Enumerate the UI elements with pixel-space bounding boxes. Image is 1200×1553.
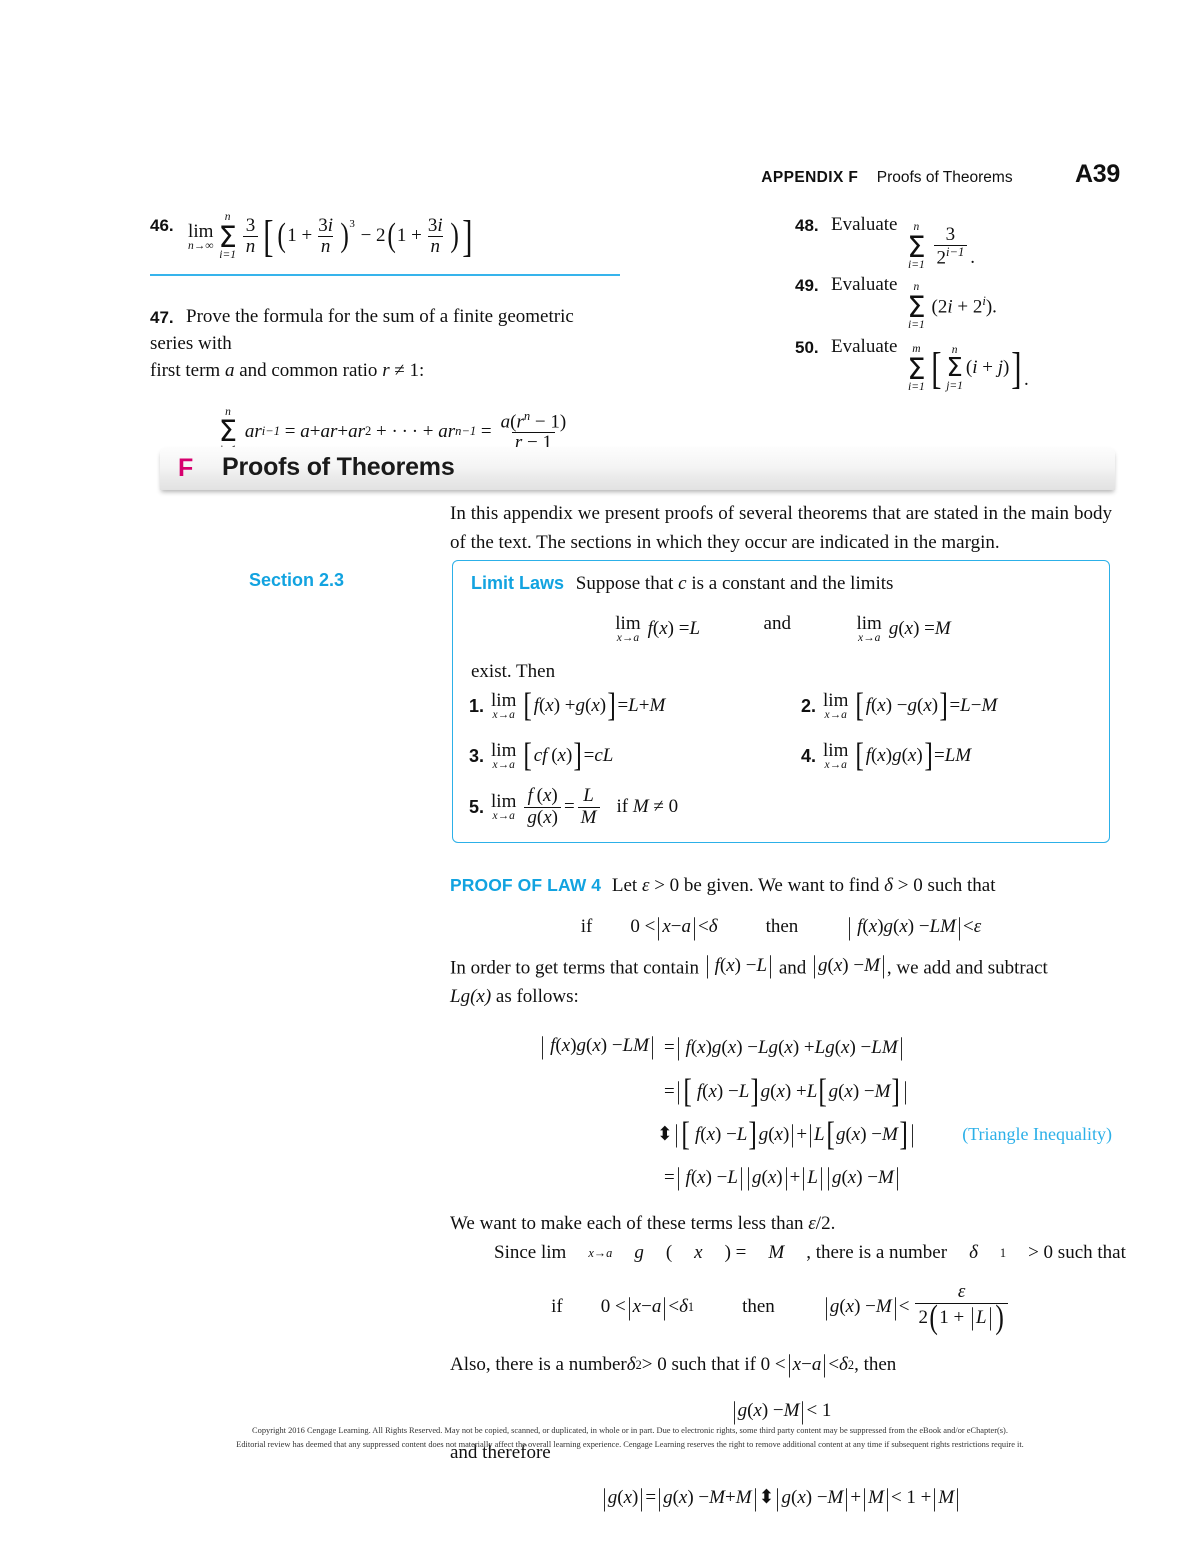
proof-paragraph-5: Also, there is a number δ2 > 0 such that… [450,1351,897,1379]
exercise-47-text: Prove the formula for the sum of a finit… [150,306,574,381]
limit-law-4-number: 4. [801,745,817,766]
proof-p2-mid: and [778,957,807,979]
limit-law-5-number: 5. [469,796,485,817]
limit-laws-box: Limit Laws Suppose that c is a constant … [452,560,1110,843]
exercise-47-line2-rel: ≠ 1: [394,359,425,381]
proof-p2-lg: Lg(x) [450,986,492,1008]
textbook-page: APPENDIX F Proofs of Theorems A39 46. li… [0,0,1200,1553]
limit-laws-heading: Limit Laws Suppose that c is a constant … [471,573,893,595]
derivation-lhs: | f(x) g(x) − LM | [541,1032,655,1060]
exercise-49-body: Evaluate n Σi=1 (2i + 2i). [831,274,997,332]
exercise-50: 50. Evaluate m Σi=1 [ n Σj=1 (i + j) ]. [795,334,1125,394]
limit-law-4: 4. lim x→a [f(x) g(x)] = LM [801,736,972,774]
limit-laws-exist-text: exist. Then [471,661,556,682]
triangle-inequality-note: (Triangle Inequality) [962,1124,1112,1145]
exercise-48-body: Evaluate n Σi=1 3 2i−1 . [831,214,976,272]
exercise-47: 47. Prove the formula for the sum of a f… [150,304,620,385]
limit-law-2: 2. lim x→a [f(x) − g(x)] = L − M [801,686,998,724]
proof-opening-line: PROOF OF LAW 4 Let ε > 0 be given. We wa… [450,872,1112,901]
derivation-row: | f(x) g(x) − LM | = | f(x) g(x) − Lg(x) + … [450,1032,1112,1064]
exercise-48-number: 48. [795,216,819,235]
limit-law-3-number: 3. [469,745,485,766]
exercise-column-right: 48. Evaluate n Σi=1 3 2i−1 . 49. Evaluat… [795,212,1125,394]
exercise-47-line2-pre: first term [150,359,221,381]
exercise-48-verb: Evaluate [831,214,898,235]
proof-display-2: if 0 < | x − a | < δ1 then | g(x) − M | < ε 2… [450,1282,1112,1334]
lim-operator: lim n→∞ [188,220,214,252]
hypothesis-f: lim x→a f(x) = L [615,613,701,644]
running-head-title: Proofs of Theorems [876,169,1013,186]
proof-p2-post: , we add and subtract [886,957,1048,979]
limit-laws-var-c: c [678,573,687,594]
exercise-49-verb: Evaluate [831,274,898,295]
proof-opening-text: Let ε > 0 be given. We want to find δ > … [611,875,996,896]
intro-paragraph: In this appendix we present proofs of se… [450,503,1112,553]
page-folio: A39 [1075,160,1120,188]
copyright-footer: Copyright 2016 Cengage Learning. All Rig… [150,1424,1110,1452]
exercise-47-line1: Prove the formula for the sum of a finit… [150,306,574,354]
limit-law-1-number: 1. [469,695,485,716]
exercise-46-number: 46. [150,216,174,235]
limit-laws-statement-post: is a constant and the limits [691,573,894,594]
hypothesis-conjunction: and [763,613,791,634]
limit-law-2-number: 2. [801,695,817,716]
limit-law-5: 5. lim x→a f (x) g(x) = LM if M ≠ 0 [469,785,679,828]
exercise-area: 46. lim n→∞ n Σi=1 3n [(1 + 3i n) 3 −… [150,211,1120,456]
limit-laws-label: Limit Laws [471,573,565,593]
derivation-row: = |[ f(x) − L] g(x) + L[g(x) − M] | [450,1072,1112,1110]
limit-law-1: 1. lim x→a [f(x) + g(x)] = L + M [469,686,666,724]
derivation-rhs: ⬍ |[ f(x) − L] g(x) | + | L[g(x) − M] | [656,1115,915,1153]
exercise-49: 49. Evaluate n Σi=1 (2i + 2i). [795,272,1125,334]
hypothesis-g: lim x→a g(x) = M [856,613,951,644]
proof-p2-end: as follows: [495,986,579,1008]
exercise-50-verb: Evaluate [831,336,898,357]
appendix-letter: F [178,454,194,482]
appendix-title: Proofs of Theorems [222,453,455,481]
proof-p2-expr-b: | g(x) − M | [812,952,886,980]
proof-p2-expr-a: | f(x) − L | [705,952,773,980]
proof-paragraph-4: Since lim x→a g(x) = M, there is a number… [494,1242,1126,1264]
running-head-appendix: APPENDIX F [761,169,859,186]
exercise-divider-rule [150,274,620,276]
derivation-row: ⬍ |[ f(x) − L] g(x) | + | L[g(x) − M] | (Tri… [450,1115,1112,1153]
proof-p2-pre: In order to get terms that contain [450,957,700,979]
limit-law-3: 3. lim x→a [cf (x)] = cL [469,736,614,774]
running-head: APPENDIX F Proofs of Theorems A39 [150,160,1120,189]
margin-note-section: Section 2.3 [249,570,345,590]
exercise-47-line2-mid: and common ratio [239,359,378,381]
exercise-48: 48. Evaluate n Σi=1 3 2i−1 . [795,212,1125,272]
exercise-50-number: 50. [795,338,819,357]
proof-paragraph-3: We want to make each of these terms less… [450,1213,836,1235]
proof-display-4: | g(x) | = | g(x) − M + M | ⬍ | g(x) − M | + |… [602,1484,960,1512]
proof-derivation-chain: | f(x) g(x) − LM | = | f(x) g(x) − Lg(x) + … [450,1032,1112,1192]
copyright-line-1: Copyright 2016 Cengage Learning. All Rig… [252,1426,1008,1435]
exercise-47-var-r: r [382,359,390,381]
proof-paragraph-2: In order to get terms that contain | f(x… [450,952,1112,1012]
limit-laws-hypotheses: lim x→a f(x) = L and lim x→a g(x) = M [453,613,1111,644]
derivation-rhs: = | f(x) g(x) − Lg(x) + Lg(x) − LM | [664,1034,903,1062]
exercise-column-left: 46. lim n→∞ n Σi=1 3n [(1 + 3i n) 3 −… [150,211,620,457]
proof-display-1: if 0 < | x − a | < δ then | f(x) g(x) − LM | … [580,913,982,941]
copyright-line-2: Editorial review has deemed that any sup… [236,1439,1024,1449]
exercise-46: 46. lim n→∞ n Σi=1 3n [(1 + 3i n) 3 −… [150,211,620,266]
exercise-47-number: 47. [150,308,174,327]
derivation-rhs: = |[ f(x) − L] g(x) + L[g(x) − M] | [664,1072,908,1110]
derivation-rhs: = | f(x) − L | | g(x) | + | L | | g(x) − M | [664,1164,900,1192]
exercise-47-var-a: a [224,359,235,381]
sigma-operator: n Σi=1 [218,211,237,262]
limit-laws-statement-pre: Suppose that [575,573,674,594]
exercise-46-math: lim n→∞ n Σi=1 3n [ (1 + 3i n) 3 − 2 (… [188,211,473,262]
proof-label: PROOF OF LAW 4 [450,875,602,895]
fraction-3-over-n: 3n [242,215,259,258]
exercise-50-body: Evaluate m Σi=1 [ n Σj=1 (i + j) ]. [831,336,1029,394]
exercise-49-number: 49. [795,276,819,295]
derivation-row: = | f(x) − L | | g(x) | + | L | | g(x) − M | [450,1164,1112,1193]
